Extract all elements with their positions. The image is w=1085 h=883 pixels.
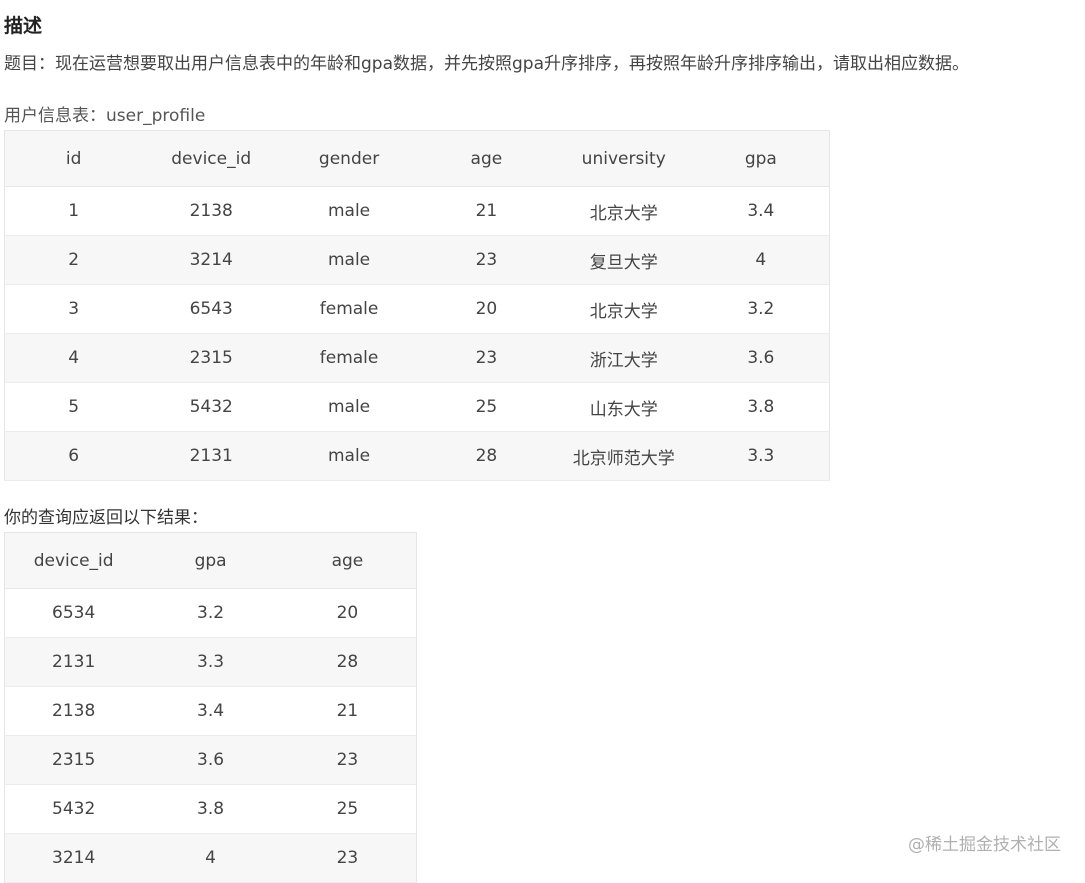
table-cell: 25	[417, 382, 555, 432]
table-cell: 浙江大学	[554, 333, 693, 383]
table-row: 2138 3.4 21	[4, 686, 417, 736]
table-row: 6 2131 male 28 北京师范大学 3.3	[4, 431, 830, 481]
table-row: 3 6543 female 20 北京大学 3.2	[4, 284, 830, 334]
table-cell: 3.3	[692, 431, 830, 481]
table-cell: 3.8	[692, 382, 830, 432]
table-cell: 6543	[142, 284, 281, 334]
table-cell: male	[280, 431, 418, 481]
table-cell: 3.2	[142, 588, 279, 638]
column-header: id	[4, 130, 143, 187]
table-cell: 6	[4, 431, 143, 481]
table-row: 2131 3.3 28	[4, 637, 417, 687]
column-header: university	[554, 130, 693, 187]
column-header: device_id	[142, 130, 281, 187]
table-row: 5432 3.8 25	[4, 784, 417, 834]
table-cell: 3.6	[142, 735, 279, 785]
table-cell: 28	[417, 431, 555, 481]
problem-description: 题目：现在运营想要取出用户信息表中的年龄和gpa数据，并先按照gpa升序排序，再…	[4, 54, 969, 74]
table-cell: 3.2	[692, 284, 830, 334]
watermark-text: @稀土掘金技术社区	[908, 835, 1061, 855]
table-row: 3214 4 23	[4, 833, 417, 883]
table-cell: 2138	[4, 686, 143, 736]
table-cell: 山东大学	[554, 382, 693, 432]
column-header: gender	[280, 130, 418, 187]
table-cell: 3.4	[692, 186, 830, 236]
table-cell: male	[280, 186, 418, 236]
table-cell: 2131	[142, 431, 281, 481]
table-cell: 5	[4, 382, 143, 432]
table1-caption: 用户信息表：user_profile	[4, 106, 206, 126]
table-cell: 6534	[4, 588, 143, 638]
table-cell: 3.3	[142, 637, 279, 687]
table-row: 1 2138 male 21 北京大学 3.4	[4, 186, 830, 236]
table-cell: 3214	[4, 833, 143, 883]
column-header: gpa	[692, 130, 830, 187]
table-cell: 4	[4, 333, 143, 383]
table-header-row: device_id gpa age	[4, 532, 417, 589]
table-cell: 2131	[4, 637, 143, 687]
table-cell: 5432	[4, 784, 143, 834]
table-cell: female	[280, 284, 418, 334]
table-cell: 23	[417, 333, 555, 383]
table-cell: 20	[278, 588, 417, 638]
table-cell: 5432	[142, 382, 281, 432]
section-heading: 描述	[4, 15, 43, 37]
table-cell: 3.8	[142, 784, 279, 834]
table-cell: 2315	[4, 735, 143, 785]
expected-result-table: device_id gpa age 6534 3.2 20 2131 3.3 2…	[4, 532, 417, 883]
table-cell: 北京师范大学	[554, 431, 693, 481]
column-header: age	[417, 130, 555, 187]
table-row: 6534 3.2 20	[4, 588, 417, 638]
table-cell: 28	[278, 637, 417, 687]
table-cell: 3	[4, 284, 143, 334]
table2-caption: 你的查询应返回以下结果：	[4, 508, 208, 528]
table-cell: 20	[417, 284, 555, 334]
table-cell: male	[280, 235, 418, 285]
column-header: age	[278, 532, 417, 589]
table-row: 4 2315 female 23 浙江大学 3.6	[4, 333, 830, 383]
table-cell: 23	[417, 235, 555, 285]
table-cell: 北京大学	[554, 186, 693, 236]
table-cell: male	[280, 382, 418, 432]
column-header: device_id	[4, 532, 143, 589]
table-cell: 2315	[142, 333, 281, 383]
table-cell: 23	[278, 735, 417, 785]
table-cell: 21	[417, 186, 555, 236]
table-row: 2315 3.6 23	[4, 735, 417, 785]
table-cell: 3214	[142, 235, 281, 285]
table-cell: 3.6	[692, 333, 830, 383]
table-row: 2 3214 male 23 复旦大学 4	[4, 235, 830, 285]
table-cell: 25	[278, 784, 417, 834]
table-cell: 1	[4, 186, 143, 236]
table-header-row: id device_id gender age university gpa	[4, 130, 830, 187]
table-cell: 4	[142, 833, 279, 883]
table-cell: 21	[278, 686, 417, 736]
table-cell: female	[280, 333, 418, 383]
table-cell: 23	[278, 833, 417, 883]
table-cell: 复旦大学	[554, 235, 693, 285]
table-cell: 北京大学	[554, 284, 693, 334]
user-profile-table: id device_id gender age university gpa 1…	[4, 130, 830, 481]
table-row: 5 5432 male 25 山东大学 3.8	[4, 382, 830, 432]
table-cell: 2138	[142, 186, 281, 236]
table-cell: 2	[4, 235, 143, 285]
table-cell: 4	[692, 235, 830, 285]
table-cell: 3.4	[142, 686, 279, 736]
column-header: gpa	[142, 532, 279, 589]
